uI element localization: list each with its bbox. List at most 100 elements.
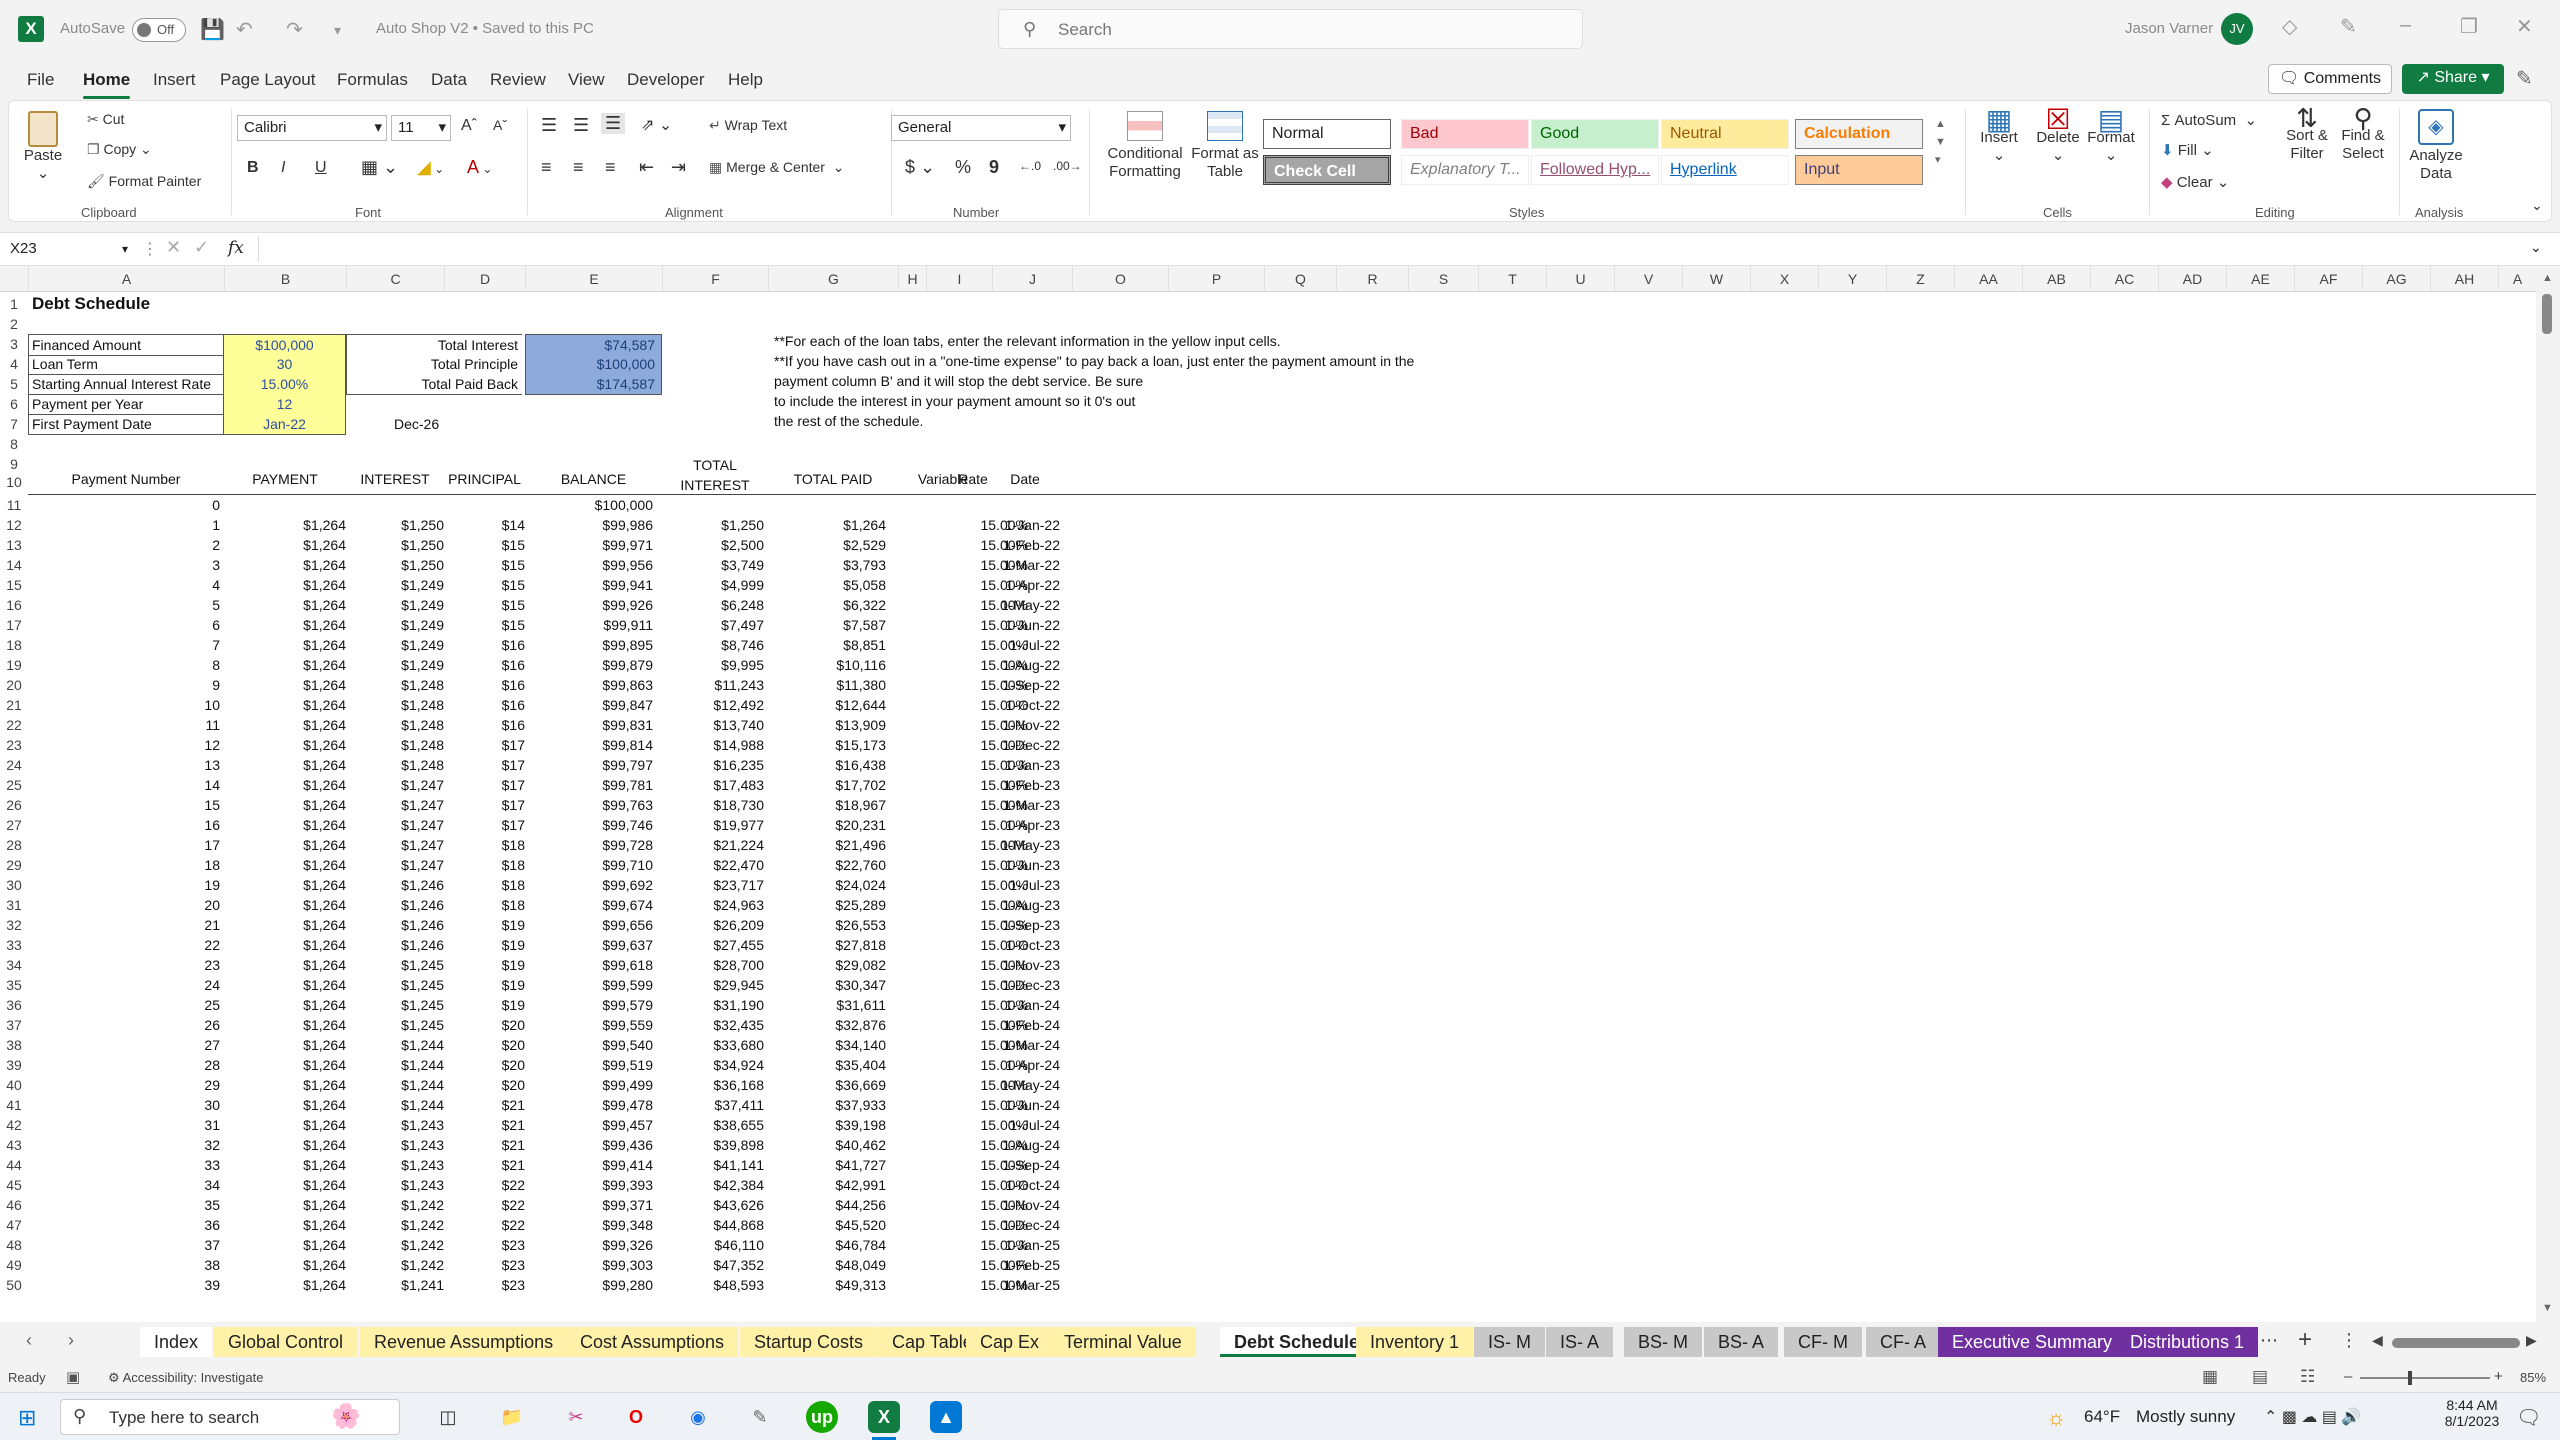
date[interactable]: 1-Nov-22 bbox=[992, 715, 1060, 735]
total-paid[interactable]: $17,702 bbox=[768, 775, 886, 795]
principal[interactable]: $22 bbox=[444, 1195, 525, 1215]
paste-button[interactable]: Paste ⌄ bbox=[21, 111, 65, 183]
payment-number[interactable]: 8 bbox=[28, 655, 224, 675]
page-break-view-icon[interactable]: ☷ bbox=[2300, 1367, 2315, 1387]
tab-scroll-right-icon[interactable]: › bbox=[68, 1330, 74, 1351]
total-interest[interactable]: $12,492 bbox=[662, 695, 764, 715]
row-header[interactable]: 24 bbox=[0, 755, 28, 775]
row-header[interactable]: 15 bbox=[0, 575, 28, 595]
principal[interactable]: $19 bbox=[444, 955, 525, 975]
italic-button[interactable]: I bbox=[281, 159, 285, 177]
total-paid[interactable]: $41,727 bbox=[768, 1155, 886, 1175]
payment-number[interactable]: 16 bbox=[28, 815, 224, 835]
principal[interactable]: $23 bbox=[444, 1275, 525, 1295]
principal[interactable]: $16 bbox=[444, 715, 525, 735]
date[interactable]: 1-Dec-22 bbox=[992, 735, 1060, 755]
row-header[interactable]: 21 bbox=[0, 695, 28, 715]
date[interactable]: 1-Mar-24 bbox=[992, 1035, 1060, 1055]
balance[interactable]: $99,371 bbox=[525, 1195, 653, 1215]
date[interactable]: 1-Jan-25 bbox=[992, 1235, 1060, 1255]
align-center-icon[interactable]: ≡ bbox=[573, 157, 584, 178]
column-header[interactable]: F bbox=[662, 266, 768, 292]
name-box[interactable]: X23 ▾ bbox=[10, 237, 132, 261]
comma-button[interactable]: 9 bbox=[989, 157, 999, 178]
sheet-options-icon[interactable]: ⋮ bbox=[2340, 1330, 2358, 1351]
column-header[interactable]: AD bbox=[2158, 266, 2226, 292]
date[interactable]: 1-Jan-23 bbox=[992, 755, 1060, 775]
total-interest[interactable]: $23,717 bbox=[662, 875, 764, 895]
input-label[interactable]: Payment per Year bbox=[28, 394, 224, 415]
payment[interactable]: $1,264 bbox=[224, 835, 346, 855]
interest[interactable]: $1,246 bbox=[346, 935, 444, 955]
vertical-scrollbar[interactable]: ▲ ▼ bbox=[2536, 266, 2560, 1322]
column-header[interactable]: G bbox=[768, 266, 898, 292]
total-interest[interactable]: $44,868 bbox=[662, 1215, 764, 1235]
balance[interactable]: $99,436 bbox=[525, 1135, 653, 1155]
payment-number[interactable]: 5 bbox=[28, 595, 224, 615]
total-paid[interactable]: $22,760 bbox=[768, 855, 886, 875]
wrap-text-button[interactable]: ↵ Wrap Text bbox=[709, 117, 787, 134]
increase-indent-icon[interactable]: ⇥ bbox=[671, 157, 686, 178]
row-header[interactable]: 32 bbox=[0, 915, 28, 935]
payment[interactable]: $1,264 bbox=[224, 755, 346, 775]
payment-number[interactable]: 4 bbox=[28, 575, 224, 595]
payment-number[interactable]: 29 bbox=[28, 1075, 224, 1095]
avatar[interactable]: JV bbox=[2221, 13, 2253, 45]
total-paid[interactable]: $24,024 bbox=[768, 875, 886, 895]
principal[interactable]: $15 bbox=[444, 555, 525, 575]
bold-button[interactable]: B bbox=[247, 159, 259, 177]
row-header[interactable]: 50 bbox=[0, 1275, 28, 1295]
balance[interactable]: $99,326 bbox=[525, 1235, 653, 1255]
date[interactable]: 1-Jun-23 bbox=[992, 855, 1060, 875]
total-paid[interactable]: $35,404 bbox=[768, 1055, 886, 1075]
total-interest[interactable]: $4,999 bbox=[662, 575, 764, 595]
payment-number[interactable]: 13 bbox=[28, 755, 224, 775]
minimize-icon[interactable]: – bbox=[2400, 14, 2411, 37]
total-paid[interactable]: $15,173 bbox=[768, 735, 886, 755]
sheet-tab[interactable]: IS- M bbox=[1474, 1327, 1545, 1357]
total-paid[interactable]: $34,140 bbox=[768, 1035, 886, 1055]
payment[interactable]: $1,264 bbox=[224, 635, 346, 655]
copy-button[interactable]: ❐ Copy ⌄ bbox=[87, 141, 152, 158]
header-payment[interactable]: PAYMENT bbox=[224, 469, 346, 489]
payment-number[interactable]: 33 bbox=[28, 1155, 224, 1175]
clock[interactable]: 8:44 AM 8/1/2023 bbox=[2436, 1397, 2508, 1429]
total-interest[interactable]: $28,700 bbox=[662, 955, 764, 975]
system-tray-icons[interactable]: ⌃ ▩ ☁ ▤ 🔊 bbox=[2264, 1407, 2361, 1427]
underline-button[interactable]: U bbox=[315, 159, 327, 177]
select-all-corner[interactable] bbox=[0, 266, 28, 292]
total-interest[interactable]: $39,898 bbox=[662, 1135, 764, 1155]
increase-decimal-icon[interactable]: ←.0 bbox=[1019, 159, 1041, 173]
note-text[interactable]: the rest of the schedule. bbox=[774, 411, 923, 431]
payment[interactable]: $1,264 bbox=[224, 855, 346, 875]
sheet-tab[interactable]: BS- M bbox=[1624, 1327, 1703, 1357]
row-header[interactable]: 26 bbox=[0, 795, 28, 815]
total-interest[interactable]: $31,190 bbox=[662, 995, 764, 1015]
principal[interactable]: $23 bbox=[444, 1255, 525, 1275]
share-button[interactable]: ↗ Share ▾ bbox=[2402, 64, 2504, 94]
balance[interactable]: $99,599 bbox=[525, 975, 653, 995]
payment-number[interactable]: 30 bbox=[28, 1095, 224, 1115]
balance[interactable]: $99,895 bbox=[525, 635, 653, 655]
analyze-data-button[interactable]: ◈ Analyze Data bbox=[2405, 109, 2467, 183]
total-interest[interactable]: $37,411 bbox=[662, 1095, 764, 1115]
comments-button[interactable]: 🗨 Comments bbox=[2268, 64, 2392, 94]
header-date[interactable]: Date bbox=[990, 469, 1060, 489]
row-header[interactable]: 17 bbox=[0, 615, 28, 635]
row-header[interactable]: 2 bbox=[0, 314, 28, 334]
column-header[interactable]: E bbox=[525, 266, 662, 292]
payment-number[interactable]: 25 bbox=[28, 995, 224, 1015]
interest[interactable]: $1,249 bbox=[346, 655, 444, 675]
align-middle-icon[interactable]: ☰ bbox=[573, 115, 589, 136]
row-header[interactable]: 34 bbox=[0, 955, 28, 975]
principal[interactable]: $15 bbox=[444, 575, 525, 595]
payment-number[interactable]: 32 bbox=[28, 1135, 224, 1155]
interest[interactable]: $1,245 bbox=[346, 975, 444, 995]
principal[interactable]: $15 bbox=[444, 615, 525, 635]
balance[interactable]: $99,414 bbox=[525, 1155, 653, 1175]
total-paid[interactable]: $29,082 bbox=[768, 955, 886, 975]
horizontal-scroll-thumb[interactable] bbox=[2392, 1338, 2520, 1348]
payment[interactable]: $1,264 bbox=[224, 1215, 346, 1235]
note-text[interactable]: **For each of the loan tabs, enter the r… bbox=[774, 331, 1281, 351]
format-as-table-button[interactable]: Format as Table bbox=[1185, 111, 1265, 181]
